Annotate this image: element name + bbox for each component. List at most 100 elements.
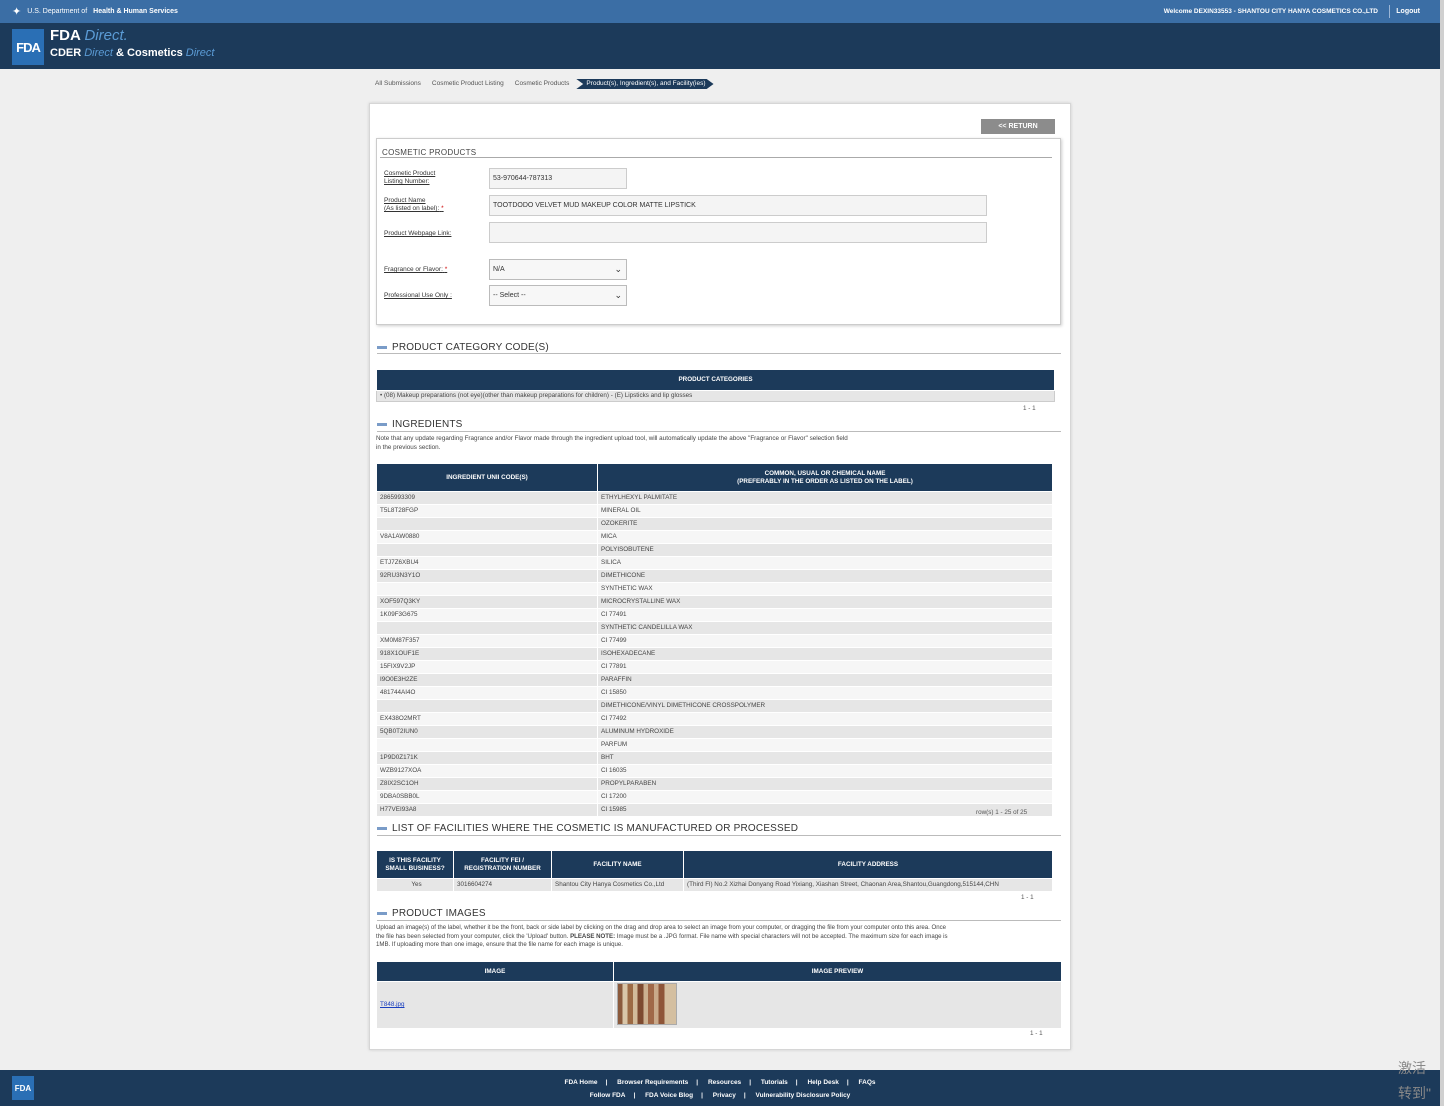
category-section-heading[interactable]: PRODUCT CATEGORY CODE(S) <box>377 342 549 353</box>
collapse-icon[interactable] <box>377 346 387 349</box>
images-note-line2c: Image must be a .JPG format. File name w… <box>616 932 948 940</box>
ingredients-note-line2: in the previous section. <box>376 443 441 451</box>
ingredient-row: 92RU3N3Y1O DIMETHICONE <box>376 569 1053 583</box>
hhs-branding[interactable]: ✦ U.S. Department of Health & Human Serv… <box>0 5 178 18</box>
unii-code-cell: ETJ7Z6XBU4 <box>376 556 598 570</box>
chemical-name-cell: CI 17200 <box>597 790 1053 804</box>
fei-cell: 3016604274 <box>453 878 552 892</box>
unii-code-cell: V8A1AW0880 <box>376 530 598 544</box>
chem-header-line2: (PREFERABLY IN THE ORDER AS LISTED ON TH… <box>737 477 913 485</box>
unii-code-cell: 5QB0T2IUN0 <box>376 725 598 739</box>
unii-code-cell: XOF597Q3KY <box>376 595 598 609</box>
unii-code-cell: 481744AI4O <box>376 686 598 700</box>
professional-use-label: Professional Use Only : <box>384 292 452 299</box>
breadcrumb-product-listing[interactable]: Cosmetic Product Listing <box>428 79 511 89</box>
small-business-header: IS THIS FACILITY SMALL BUSINESS? <box>376 850 454 879</box>
fei-header-line1: FACILITY FEI / <box>481 856 524 864</box>
webpage-link-label: Product Webpage Link: <box>384 230 452 237</box>
facilities-divider <box>377 835 1061 836</box>
ingredient-row: 9DBA0SBB0L CI 17200 <box>376 790 1053 804</box>
image-file-cell: T848.jpg <box>376 981 614 1029</box>
facilities-table: IS THIS FACILITY SMALL BUSINESS? FACILITY… <box>376 850 1053 892</box>
facility-address-cell: (Third Fl) No.2 Xizhai Donyang Road Yixi… <box>683 878 1053 892</box>
activation-watermark-line1: 激活 <box>1398 1060 1426 1076</box>
listing-label-line1: Cosmetic Product <box>384 170 436 177</box>
scrollbar-track[interactable] <box>1440 0 1444 1106</box>
footer-link-voice-blog[interactable]: FDA Voice Blog <box>641 1092 697 1099</box>
footer-link-help-desk[interactable]: Help Desk <box>803 1079 842 1086</box>
footer-link-browser-req[interactable]: Browser Requirements <box>613 1079 692 1086</box>
ingredients-note-line1: Note that any update regarding Fragrance… <box>376 435 848 442</box>
ingredient-row: SYNTHETIC WAX <box>376 582 1053 596</box>
collapse-icon[interactable] <box>377 827 387 830</box>
footer-link-tutorials[interactable]: Tutorials <box>757 1079 792 1086</box>
facilities-section-heading[interactable]: LIST OF FACILITIES WHERE THE COSMETIC IS… <box>377 823 798 834</box>
footer-link-privacy[interactable]: Privacy <box>709 1092 740 1099</box>
professional-use-select[interactable]: -- Select -- ⌄ <box>489 285 627 306</box>
ingredients-section-heading[interactable]: INGREDIENTS <box>377 419 463 430</box>
collapse-icon[interactable] <box>377 423 387 426</box>
footer-link-follow-fda[interactable]: Follow FDA <box>586 1092 630 1099</box>
footer-sep: | <box>846 1079 849 1086</box>
breadcrumb-current: Product(s), Ingredient(s), and Facility(… <box>576 79 714 89</box>
product-name-field[interactable]: TOOTDODO VELVET MUD MAKEUP COLOR MATTE L… <box>489 195 987 216</box>
product-name-label: Product Name (As listed on label): * <box>384 197 444 213</box>
logout-link[interactable]: Logout <box>1396 8 1420 15</box>
images-pager: 1 - 1 <box>1030 1030 1043 1037</box>
footer-link-vulnerability[interactable]: Vulnerability Disclosure Policy <box>752 1092 855 1099</box>
ingredient-row: DIMETHICONE/VINYL DIMETHICONE CROSSPOLYM… <box>376 699 1053 713</box>
breadcrumb-all-submissions[interactable]: All Submissions <box>371 79 428 89</box>
category-row: • (08) Makeup preparations (not eye)(oth… <box>376 390 1055 402</box>
collapse-icon[interactable] <box>377 912 387 915</box>
footer-sep: | <box>701 1092 703 1099</box>
name-label-line1: Product Name <box>384 197 426 204</box>
listing-number-field[interactable]: 53-970644-787313 <box>489 168 627 189</box>
ingredient-row: ETJ7Z6XBU4 SILICA <box>376 556 1053 570</box>
footer-links-row2: Follow FDA | FDA Voice Blog | Privacy | Vul… <box>0 1092 1440 1099</box>
images-divider <box>377 920 1061 921</box>
images-section-heading[interactable]: PRODUCT IMAGES <box>377 908 486 919</box>
unii-code-cell: Z8IX2SC1OH <box>376 777 598 791</box>
ingredient-row: 15FIX9V2JP CI 77891 <box>376 660 1053 674</box>
footer-link-resources[interactable]: Resources <box>704 1079 745 1086</box>
category-pager: 1 - 1 <box>1023 405 1036 412</box>
fda-logo[interactable]: FDA <box>12 29 44 65</box>
cder-cosmetics-title: CDER Direct & Cosmetics Direct <box>50 47 214 59</box>
fda-direct-title: FDA Direct. <box>50 27 128 44</box>
ingredients-divider <box>377 431 1061 432</box>
breadcrumb-cosmetic-products[interactable]: Cosmetic Products <box>511 79 577 89</box>
unii-code-cell <box>376 621 598 635</box>
brand-cosmetics: Cosmetics <box>127 47 183 59</box>
ingredient-row: XOF597Q3KY MICROCRYSTALLINE WAX <box>376 595 1053 609</box>
image-preview-cell <box>613 981 1062 1029</box>
product-image-thumbnail[interactable] <box>617 983 677 1025</box>
ingredient-row: EX438O2MRT CI 77492 <box>376 712 1053 726</box>
brand-direct-3: Direct <box>185 47 215 59</box>
chemical-name-cell: PARAFFIN <box>597 673 1053 687</box>
image-preview-column-header: IMAGE PREVIEW <box>613 961 1062 982</box>
ingredient-row: OZOKERITE <box>376 517 1053 531</box>
chemical-name-cell: CI 16035 <box>597 764 1053 778</box>
images-note: Upload an image(s) of the label, whether… <box>376 924 1061 950</box>
chemical-name-cell: BHT <box>597 751 1053 765</box>
footer-link-faqs[interactable]: FAQs <box>855 1079 880 1086</box>
chevron-down-icon: ⌄ <box>614 264 622 274</box>
image-file-link[interactable]: T848.jpg <box>380 1001 405 1008</box>
unii-code-cell: EX438O2MRT <box>376 712 598 726</box>
fragrance-select[interactable]: N/A ⌄ <box>489 259 627 280</box>
footer <box>0 1070 1440 1106</box>
unii-code-cell: WZB9127XOA <box>376 764 598 778</box>
form-title: COSMETIC PRODUCTS <box>382 148 477 157</box>
unii-code-cell <box>376 582 598 596</box>
brand-amp: & <box>116 47 124 59</box>
chemical-name-cell: CI 77499 <box>597 634 1053 648</box>
ingredient-row: XM0M87F357 CI 77499 <box>376 634 1053 648</box>
footer-link-fda-home[interactable]: FDA Home <box>561 1079 602 1086</box>
ingredients-note: Note that any update regarding Fragrance… <box>376 435 976 452</box>
webpage-link-field[interactable] <box>489 222 987 243</box>
chemical-name-cell: MICROCRYSTALLINE WAX <box>597 595 1053 609</box>
unii-code-cell: 9DBA0SBB0L <box>376 790 598 804</box>
images-note-line2a: the file has been selected from your com… <box>376 932 569 940</box>
return-button[interactable]: << RETURN <box>981 119 1055 134</box>
form-divider <box>380 157 1052 158</box>
